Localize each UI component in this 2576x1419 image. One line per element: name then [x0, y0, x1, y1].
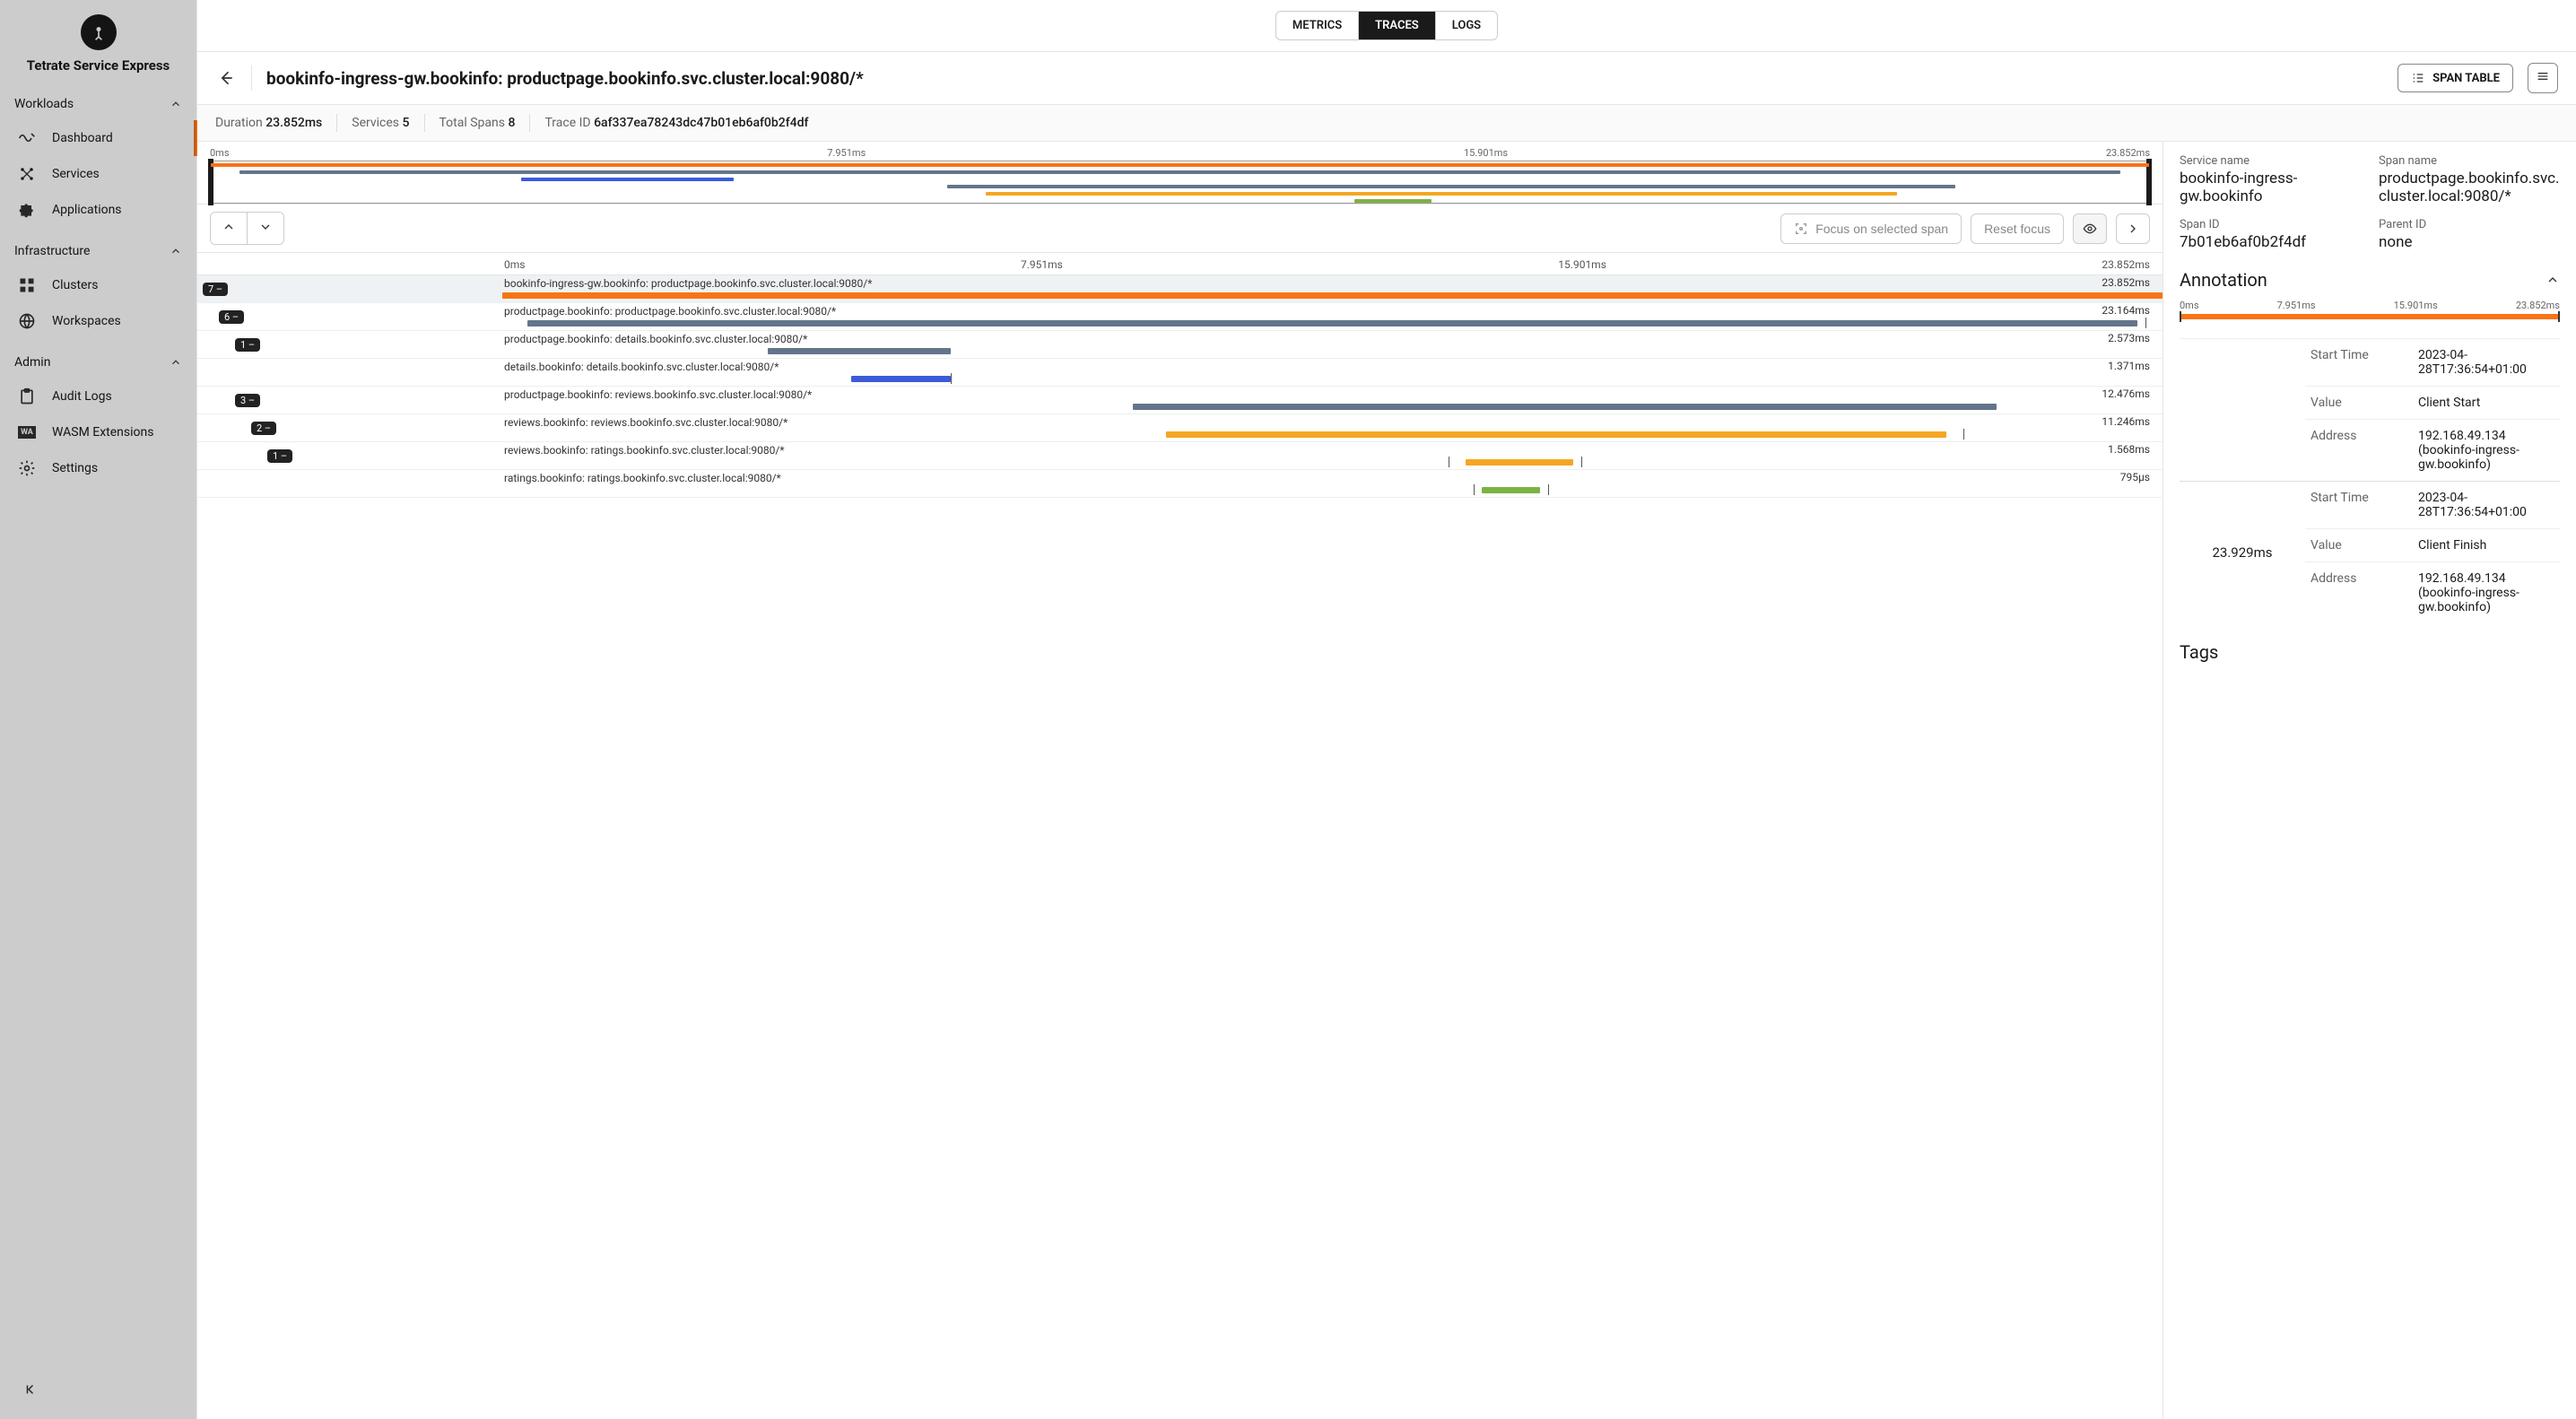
tags-header[interactable]: Tags [2180, 641, 2560, 663]
span-bar[interactable] [851, 376, 951, 382]
span-duration: 795µs [2120, 471, 2150, 483]
span-label: productpage.bookinfo: details.bookinfo.s… [504, 333, 2150, 345]
span-duration: 1.371ms [2108, 360, 2150, 372]
chevron-up-icon [2546, 273, 2560, 287]
span-label: details.bookinfo: details.bookinfo.svc.c… [504, 361, 2150, 373]
span-bar[interactable] [1166, 431, 1946, 438]
focus-icon [1794, 222, 1808, 236]
span-child-count-badge[interactable]: 2 – [251, 422, 276, 435]
span-id-value: 7b01eb6af0b2f4df [2180, 233, 2361, 251]
span-name-value: productpage.bookinfo.svc.cluster.local:9… [2379, 170, 2560, 205]
annotation-timestamp [2180, 338, 2305, 481]
tab-metrics[interactable]: METRICS [1276, 12, 1358, 39]
span-row[interactable]: 2 – reviews.bookinfo: reviews.bookinfo.sv… [197, 414, 2163, 442]
tab-logs[interactable]: LOGS [1435, 12, 1497, 39]
annotation-value: 2023-04-28T17:36:54+01:00 [2413, 338, 2560, 386]
annotation-value: Client Finish [2413, 528, 2560, 562]
span-bar[interactable] [527, 320, 2137, 326]
annotation-key: Address [2305, 562, 2413, 623]
annotation-key: Value [2305, 528, 2413, 562]
span-id-label: Span ID [2180, 218, 2361, 231]
annotation-bar [2180, 311, 2560, 320]
annotation-table: Start Time2023-04-28T17:36:54+01:00Value… [2180, 338, 2560, 623]
span-bar[interactable] [1466, 459, 1573, 466]
span-row[interactable]: 6 – productpage.bookinfo: productpage.boo… [197, 303, 2163, 331]
back-button[interactable] [215, 67, 237, 89]
span-label: ratings.bookinfo: ratings.bookinfo.svc.c… [504, 472, 2150, 484]
span-tree: 7 – bookinfo-ingress-gw.bookinfo: product… [197, 275, 2163, 1419]
span-duration: 2.573ms [2108, 332, 2150, 344]
annotation-key: Start Time [2305, 481, 2413, 528]
focus-span-button[interactable]: Focus on selected span [1780, 213, 1962, 244]
sidebar: Tetrate Service Express Workloads Dashbo… [0, 0, 197, 1419]
span-name-label: Span name [2379, 154, 2560, 168]
collapse-all-button[interactable] [211, 213, 247, 244]
tab-traces[interactable]: TRACES [1358, 12, 1435, 39]
span-label: reviews.bookinfo: ratings.bookinfo.svc.c… [504, 444, 2150, 457]
service-name-value: bookinfo-ingress-gw.bookinfo [2180, 170, 2361, 205]
span-row[interactable]: 7 – bookinfo-ingress-gw.bookinfo: product… [197, 275, 2163, 303]
list-icon [2411, 71, 2425, 85]
annotation-key: Start Time [2305, 338, 2413, 386]
annotation-timestamp: 23.929ms [2180, 481, 2305, 623]
span-row[interactable]: details.bookinfo: details.bookinfo.svc.c… [197, 359, 2163, 387]
annotation-header[interactable]: Annotation [2180, 269, 2560, 291]
chevron-down-icon [258, 220, 273, 234]
span-row[interactable]: 3 – productpage.bookinfo: reviews.bookinf… [197, 387, 2163, 414]
annotation-key: Value [2305, 386, 2413, 419]
span-duration: 23.164ms [2102, 304, 2150, 317]
toggle-visibility-button[interactable] [2073, 213, 2107, 244]
trace-stats: Duration 23.852ms Services 5 Total Spans… [197, 104, 2576, 142]
overflow-menu-button[interactable] [2528, 63, 2558, 93]
span-row[interactable]: 1 – reviews.bookinfo: ratings.bookinfo.sv… [197, 442, 2163, 470]
annotation-value: 2023-04-28T17:36:54+01:00 [2413, 481, 2560, 528]
next-button[interactable] [2116, 213, 2150, 244]
span-label: reviews.bookinfo: reviews.bookinfo.svc.c… [504, 416, 2150, 429]
chevron-right-icon [2126, 222, 2140, 236]
span-duration: 11.246ms [2102, 415, 2150, 428]
span-table-button[interactable]: SPAN TABLE [2398, 64, 2513, 92]
span-bar[interactable] [1133, 404, 1997, 410]
span-label: productpage.bookinfo: reviews.bookinfo.s… [504, 388, 2150, 401]
chevron-up-icon [222, 220, 236, 234]
annotation-value: Client Start [2413, 386, 2560, 419]
span-row[interactable]: 1 – productpage.bookinfo: details.bookinf… [197, 331, 2163, 359]
annotation-value: 192.168.49.134 (bookinfo-ingress-gw.book… [2413, 419, 2560, 481]
span-child-count-badge[interactable]: 7 – [203, 283, 228, 296]
span-child-count-badge[interactable]: 1 – [235, 338, 260, 352]
annotation-key: Address [2305, 419, 2413, 481]
span-bar[interactable] [502, 292, 2163, 299]
view-tabs: METRICS TRACES LOGS [197, 0, 2576, 51]
span-label: bookinfo-ingress-gw.bookinfo: productpag… [504, 277, 2150, 290]
service-name-label: Service name [2180, 154, 2361, 168]
trace-minimap[interactable]: 0ms 7.951ms 15.901ms 23.852ms [197, 142, 2163, 205]
trace-title: bookinfo-ingress-gw.bookinfo: productpag… [266, 68, 2383, 89]
expand-all-button[interactable] [247, 213, 283, 244]
span-duration: 1.568ms [2108, 443, 2150, 456]
span-child-count-badge[interactable]: 3 – [235, 394, 260, 407]
span-duration: 12.476ms [2102, 387, 2150, 400]
span-label: productpage.bookinfo: productpage.bookin… [504, 305, 2150, 318]
annotation-value: 192.168.49.134 (bookinfo-ingress-gw.book… [2413, 562, 2560, 623]
span-row[interactable]: ratings.bookinfo: ratings.bookinfo.svc.c… [197, 470, 2163, 498]
span-duration: 23.852ms [2102, 276, 2150, 289]
reset-focus-button[interactable]: Reset focus [1971, 213, 2064, 244]
span-child-count-badge[interactable]: 1 – [267, 449, 292, 463]
parent-id-value: none [2379, 233, 2560, 251]
span-child-count-badge[interactable]: 6 – [219, 310, 244, 324]
eye-icon [2083, 222, 2097, 236]
menu-icon [2536, 69, 2550, 83]
parent-id-label: Parent ID [2379, 218, 2560, 231]
span-bar[interactable] [768, 348, 951, 354]
span-details-panel: Service name bookinfo-ingress-gw.bookinf… [2163, 142, 2576, 1419]
span-bar[interactable] [1482, 487, 1540, 493]
